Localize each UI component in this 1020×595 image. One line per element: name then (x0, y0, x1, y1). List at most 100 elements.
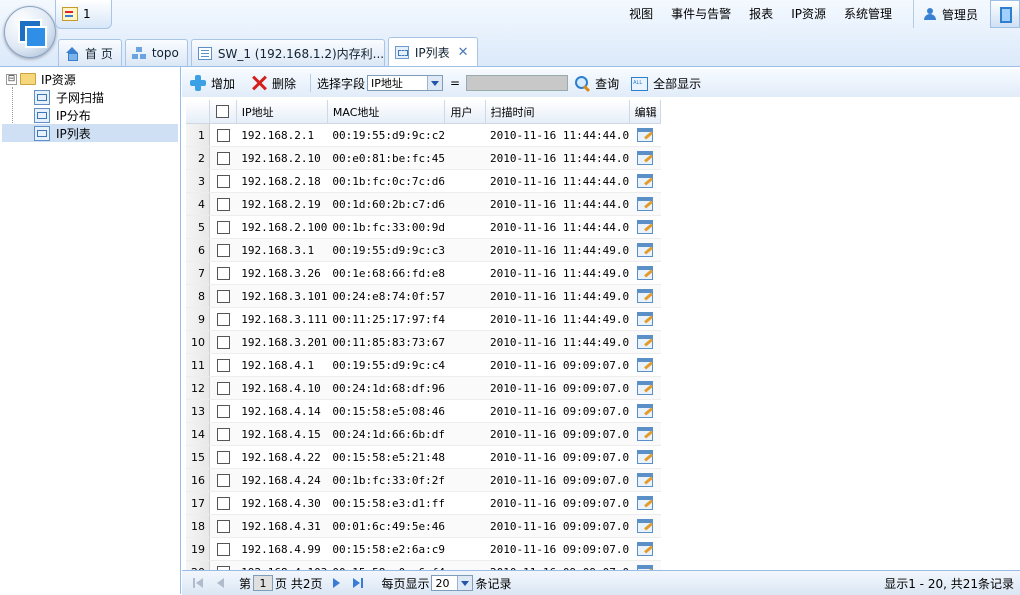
edit-cell[interactable] (629, 307, 661, 331)
edit-icon[interactable] (637, 542, 654, 556)
edit-cell[interactable] (629, 284, 661, 308)
edit-cell[interactable] (629, 146, 661, 170)
table-row[interactable]: 9 192.168.3.111 00:11:25:17:97:f4 2010-11-1… (186, 307, 661, 331)
table-row[interactable]: 1 192.168.2.1 00:19:55:d9:9c:c2 2010-11-16 … (186, 123, 661, 147)
edit-cell[interactable] (629, 353, 661, 377)
row-checkbox[interactable] (209, 468, 237, 492)
edit-cell[interactable] (629, 215, 661, 239)
row-checkbox[interactable] (209, 307, 237, 331)
checkbox-icon[interactable] (216, 404, 230, 418)
edit-cell[interactable] (629, 491, 661, 515)
tree-node-ip-list[interactable]: IP列表 (2, 124, 178, 142)
select-all-checkbox[interactable] (209, 100, 237, 124)
row-checkbox[interactable] (209, 330, 237, 354)
menu-reports[interactable]: 报表 (740, 0, 782, 28)
checkbox-icon[interactable] (216, 496, 230, 510)
table-row[interactable]: 12 192.168.4.10 00:24:1d:68:df:96 2010-11-1… (186, 376, 661, 400)
menu-events-alarms[interactable]: 事件与告警 (662, 0, 740, 28)
tab-sw1-memory[interactable]: SW_1 (192.168.1.2)内存利... (190, 39, 385, 66)
checkbox-icon[interactable] (216, 174, 230, 188)
edit-icon[interactable] (637, 243, 654, 257)
row-checkbox[interactable] (209, 146, 237, 170)
row-checkbox[interactable] (209, 376, 237, 400)
page-number-input[interactable]: 1 (253, 575, 274, 591)
edit-icon[interactable] (637, 473, 654, 487)
checkbox-icon[interactable] (216, 289, 230, 303)
checkbox-icon[interactable] (216, 128, 230, 142)
checkbox-icon[interactable] (216, 450, 230, 464)
table-row[interactable]: 19 192.168.4.99 00:15:58:e2:6a:c9 2010-11-1… (186, 537, 661, 561)
column-header-ip[interactable]: IP地址 (236, 100, 328, 124)
row-checkbox[interactable] (209, 284, 237, 308)
app-logo-icon[interactable] (4, 6, 56, 58)
table-row[interactable]: 16 192.168.4.24 00:1b:fc:33:0f:2f 2010-11-1… (186, 468, 661, 492)
column-header-mac[interactable]: MAC地址 (327, 100, 446, 124)
collapse-toggle-icon[interactable]: ⊟ (6, 73, 17, 85)
edit-icon[interactable] (637, 151, 654, 165)
row-checkbox[interactable] (209, 514, 237, 538)
edit-icon[interactable] (637, 404, 654, 418)
row-checkbox[interactable] (209, 123, 237, 147)
table-row[interactable]: 10 192.168.3.201 00:11:85:83:73:67 2010-11-… (186, 330, 661, 354)
table-row[interactable]: 17 192.168.4.30 00:15:58:e3:d1:ff 2010-11-1… (186, 491, 661, 515)
row-checkbox[interactable] (209, 445, 237, 469)
edit-cell[interactable] (629, 399, 661, 423)
column-header-user[interactable]: 用户 (444, 100, 486, 124)
checkbox-icon[interactable] (216, 358, 230, 372)
menu-ip-resources[interactable]: IP资源 (782, 0, 835, 28)
edit-cell[interactable] (629, 468, 661, 492)
table-row[interactable]: 14 192.168.4.15 00:24:1d:66:6b:df 2010-11-1… (186, 422, 661, 446)
table-row[interactable]: 11 192.168.4.1 00:19:55:d9:9c:c4 2010-11-16… (186, 353, 661, 377)
edit-icon[interactable] (637, 289, 654, 303)
edit-icon[interactable] (637, 312, 654, 326)
edit-icon[interactable] (637, 197, 654, 211)
checkbox-icon[interactable] (216, 473, 230, 487)
checkbox-icon[interactable] (216, 335, 230, 349)
checkbox-icon[interactable] (216, 542, 230, 556)
table-row[interactable]: 2 192.168.2.10 00:e0:81:be:fc:45 2010-11-16… (186, 146, 661, 170)
edit-cell[interactable] (629, 514, 661, 538)
row-checkbox[interactable] (209, 353, 237, 377)
row-checkbox[interactable] (209, 238, 237, 262)
column-header-edit[interactable]: 编辑 (629, 100, 662, 124)
show-all-button[interactable]: 全部显示 (627, 75, 709, 92)
notification-tab[interactable]: 1 (55, 0, 112, 29)
row-checkbox[interactable] (209, 215, 237, 239)
first-page-icon[interactable] (190, 575, 206, 591)
close-icon[interactable]: ✕ (458, 45, 469, 60)
edit-cell[interactable] (629, 376, 661, 400)
menu-view[interactable]: 视图 (620, 0, 662, 28)
table-row[interactable]: 5 192.168.2.100 00:1b:fc:33:00:9d 2010-11-1… (186, 215, 661, 239)
logout-button[interactable] (990, 0, 1020, 28)
edit-cell[interactable] (629, 537, 661, 561)
edit-cell[interactable] (629, 192, 661, 216)
tab-home[interactable]: 首 页 (58, 39, 122, 66)
row-checkbox[interactable] (209, 491, 237, 515)
table-row[interactable]: 8 192.168.3.101 00:24:e8:74:0f:57 2010-11-1… (186, 284, 661, 308)
edit-icon[interactable] (637, 358, 654, 372)
checkbox-icon[interactable] (216, 151, 230, 165)
edit-cell[interactable] (629, 422, 661, 446)
edit-icon[interactable] (637, 381, 654, 395)
row-checkbox[interactable] (209, 261, 237, 285)
edit-cell[interactable] (629, 169, 661, 193)
edit-icon[interactable] (637, 496, 654, 510)
edit-icon[interactable] (637, 266, 654, 280)
column-header-scan-time[interactable]: 扫描时间 (485, 100, 630, 124)
last-page-icon[interactable] (350, 575, 366, 591)
edit-icon[interactable] (637, 335, 654, 349)
edit-icon[interactable] (637, 174, 654, 188)
prev-page-icon[interactable] (212, 575, 228, 591)
menu-system-management[interactable]: 系统管理 (835, 0, 901, 28)
row-checkbox[interactable] (209, 192, 237, 216)
table-row[interactable]: 3 192.168.2.18 00:1b:fc:0c:7c:d6 2010-11-16… (186, 169, 661, 193)
table-row[interactable]: 15 192.168.4.22 00:15:58:e5:21:48 2010-11-1… (186, 445, 661, 469)
tree-node-subnet-scan[interactable]: 子网扫描 (34, 88, 104, 106)
edit-icon[interactable] (637, 128, 654, 142)
page-size-select[interactable]: 20 (431, 575, 474, 591)
table-row[interactable]: 18 192.168.4.31 00:01:6c:49:5e:46 2010-11-1… (186, 514, 661, 538)
checkbox-icon[interactable] (216, 312, 230, 326)
table-row[interactable]: 6 192.168.3.1 00:19:55:d9:9c:c3 2010-11-16 … (186, 238, 661, 262)
checkbox-icon[interactable] (216, 266, 230, 280)
tab-ip-list[interactable]: IP列表 ✕ (387, 37, 478, 66)
